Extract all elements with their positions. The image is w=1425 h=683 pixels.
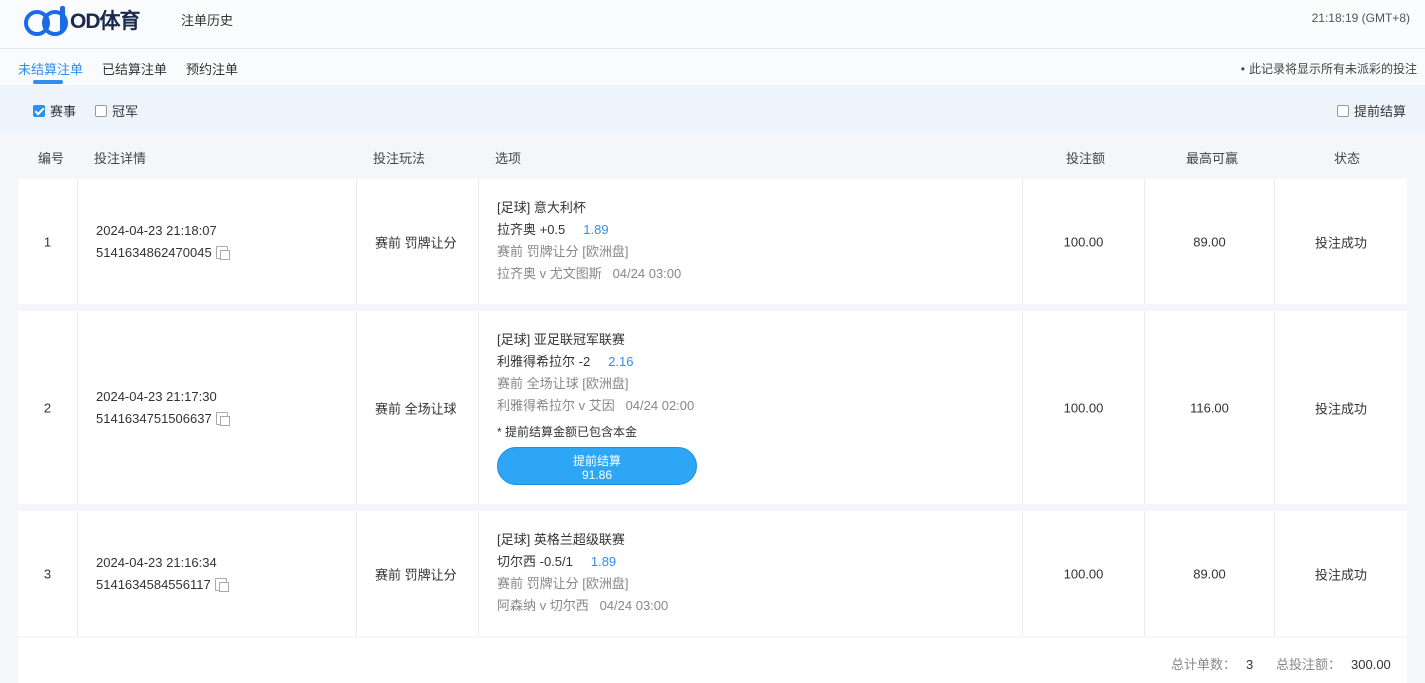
clock: 21:18:19 (GMT+8) xyxy=(1311,11,1410,25)
col-status: 状态 xyxy=(1334,151,1361,166)
tab-settled[interactable]: 已结算注单 xyxy=(102,59,167,78)
table-row: 1 2024-04-23 21:18:07 5141634862470045 赛… xyxy=(18,179,1407,304)
cashout-note: * 提前结算金额已包含本金 xyxy=(497,425,638,439)
logo-text: OD体育 xyxy=(70,10,140,33)
market: 赛前 罚牌让分 [欧洲盘] xyxy=(497,244,629,259)
match-name: 阿森纳 v 切尔西 xyxy=(497,598,589,613)
total-stake-label: 总投注额： xyxy=(1276,657,1342,672)
table-row: 3 2024-04-23 21:16:34 5141634584556117 赛… xyxy=(18,511,1407,636)
logo[interactable]: OD体育 xyxy=(24,4,140,36)
total-stake-value: 300.00 xyxy=(1351,657,1391,672)
bet-time: 2024-04-23 21:17:30 xyxy=(96,388,217,404)
summary-bar: 总计单数： 3 总投注额： 300.00 xyxy=(18,638,1407,683)
match-name: 拉齐奥 v 尤文图斯 xyxy=(497,266,602,281)
pick: 切尔西 -0.5/1 xyxy=(497,554,573,569)
max-win: 89.00 xyxy=(1193,566,1226,581)
league-name: [足球] 意大利杯 xyxy=(497,200,586,215)
checkbox-unchecked-icon[interactable] xyxy=(1337,104,1349,117)
tab-unsettled[interactable]: 未结算注单 xyxy=(18,59,83,78)
col-details: 投注详情 xyxy=(94,151,147,166)
match-checkbox[interactable]: 赛事 xyxy=(33,101,76,120)
total-count: 总计单数： 3 xyxy=(1171,654,1253,673)
col-option: 选项 xyxy=(495,151,522,166)
table-row: 2 2024-04-23 21:17:30 5141634751506637 赛… xyxy=(18,311,1407,504)
col-play: 投注玩法 xyxy=(373,151,426,166)
league-name: [足球] 英格兰超级联赛 xyxy=(497,532,625,547)
tab-bar: 未结算注单 已结算注单 预约注单 此记录将显示所有未派彩的投注 xyxy=(0,49,1425,85)
stake: 100.00 xyxy=(1063,400,1104,415)
copy-icon[interactable] xyxy=(215,245,230,260)
stake: 100.00 xyxy=(1063,566,1104,581)
cashout-checkbox-label: 提前结算 xyxy=(1354,104,1407,119)
market: 赛前 罚牌让分 [欧洲盘] xyxy=(497,576,629,591)
copy-icon[interactable] xyxy=(214,577,229,592)
bets-table: 编号 投注详情 投注玩法 选项 投注额 最高可赢 状态 1 2024-04-23… xyxy=(18,137,1407,636)
row-no: 2 xyxy=(43,400,52,415)
stake: 100.00 xyxy=(1063,234,1104,249)
checkbox-unchecked-icon[interactable] xyxy=(95,104,107,117)
match-time: 04/24 03:00 xyxy=(599,598,669,613)
bet-play: 赛前 罚牌让分 xyxy=(375,235,457,250)
bet-play: 赛前 全场让球 xyxy=(375,401,457,416)
market: 赛前 全场让球 [欧洲盘] xyxy=(497,376,629,391)
bet-time: 2024-04-23 21:16:34 xyxy=(96,554,217,570)
page-title: 注单历史 xyxy=(181,13,234,28)
col-max-win: 最高可赢 xyxy=(1186,151,1239,166)
odds: 1.89 xyxy=(583,222,609,237)
match-name: 利雅得希拉尔 v 艾因 xyxy=(497,398,615,413)
logo-mark-icon xyxy=(24,6,68,36)
pick: 拉齐奥 +0.5 xyxy=(497,222,566,237)
total-count-label: 总计单数： xyxy=(1171,657,1237,672)
filter-bar: 赛事 冠军 提前结算 xyxy=(0,85,1425,133)
match-checkbox-label: 赛事 xyxy=(50,104,77,119)
status-text: 投注成功 xyxy=(1314,235,1367,250)
checkbox-checked-icon[interactable] xyxy=(33,104,45,117)
col-no: 编号 xyxy=(38,151,65,166)
cashout-button-value: 91.86 xyxy=(581,467,613,482)
cashout-checkbox[interactable]: 提前结算 xyxy=(1337,101,1406,120)
col-stake: 投注额 xyxy=(1066,151,1106,166)
row-no: 1 xyxy=(43,234,52,249)
status-text: 投注成功 xyxy=(1314,401,1367,416)
match-time: 04/24 03:00 xyxy=(612,266,682,281)
ticket-number: 5141634862470045 xyxy=(96,244,212,260)
total-count-value: 3 xyxy=(1246,657,1254,672)
pick: 利雅得希拉尔 -2 xyxy=(497,354,591,369)
cashout-button[interactable]: 提前结算 91.86 xyxy=(497,447,697,485)
match-time: 04/24 02:00 xyxy=(625,398,695,413)
cashout-button-label: 提前结算 xyxy=(572,453,621,468)
max-win: 89.00 xyxy=(1193,234,1226,249)
copy-icon[interactable] xyxy=(215,411,230,426)
table-header: 编号 投注详情 投注玩法 选项 投注额 最高可赢 状态 xyxy=(18,137,1407,175)
bet-play: 赛前 罚牌让分 xyxy=(375,567,457,582)
champion-checkbox-label: 冠军 xyxy=(112,104,139,119)
active-tab-indicator xyxy=(33,80,63,84)
odds: 1.89 xyxy=(590,554,617,569)
ticket-number: 5141634751506637 xyxy=(96,410,212,426)
tab-note: 此记录将显示所有未派彩的投注 xyxy=(1241,60,1417,77)
champion-checkbox[interactable]: 冠军 xyxy=(95,101,138,120)
bet-time: 2024-04-23 21:18:07 xyxy=(96,222,217,238)
odds: 2.16 xyxy=(608,354,634,369)
league-name: [足球] 亚足联冠军联赛 xyxy=(497,332,625,347)
ticket-number: 5141634584556117 xyxy=(96,576,211,592)
max-win: 116.00 xyxy=(1190,400,1229,415)
status-text: 投注成功 xyxy=(1314,567,1367,582)
total-stake: 总投注额： 300.00 xyxy=(1276,654,1391,673)
tab-reserved[interactable]: 预约注单 xyxy=(186,59,238,78)
row-no: 3 xyxy=(43,566,52,581)
top-bar: OD体育 注单历史 21:18:19 (GMT+8) xyxy=(0,0,1425,49)
